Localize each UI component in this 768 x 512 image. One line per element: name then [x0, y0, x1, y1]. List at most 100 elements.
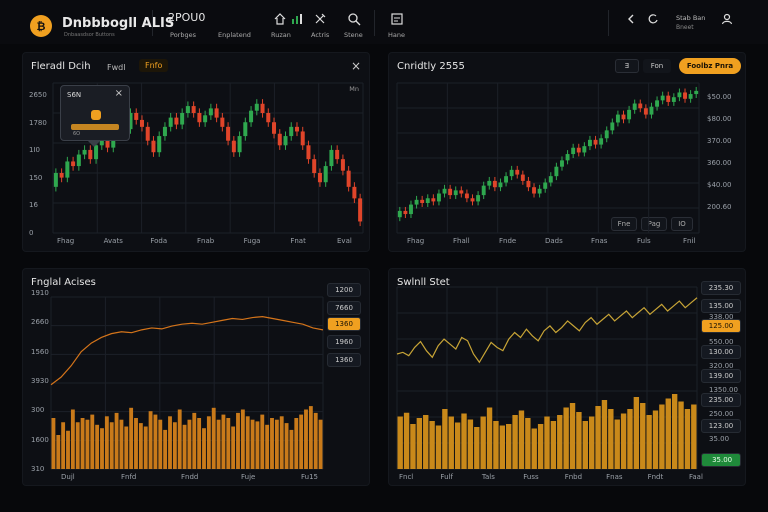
volume-bar [177, 409, 182, 469]
candle [82, 149, 87, 155]
line-bar-chart[interactable] [50, 296, 324, 470]
candle [476, 195, 481, 202]
value-pill: 1360 [327, 353, 361, 367]
volume-bar [557, 415, 563, 469]
candle [660, 95, 665, 101]
tab-fnfo[interactable]: Fnfo [139, 59, 169, 72]
volume-bar [403, 412, 410, 469]
panel-title: Fnglal Acises [31, 277, 96, 288]
volume-bar [318, 419, 323, 469]
y-tick-label: 1560 [31, 347, 49, 356]
x-tick-label: Fnas [606, 473, 623, 481]
volume-bar [294, 418, 299, 469]
y-tick-label: 310 [31, 465, 45, 473]
divider [608, 10, 609, 36]
candle [300, 131, 305, 146]
candle [683, 92, 687, 99]
line-bar-chart[interactable] [396, 286, 698, 470]
fon-button[interactable]: Fon [643, 59, 671, 73]
price-readout: 2POU0 [168, 11, 206, 24]
candle [203, 115, 208, 123]
tooltip-title: S6N [67, 91, 82, 99]
candle [346, 170, 351, 187]
volume-bar [313, 412, 318, 469]
candle [88, 149, 93, 160]
tooltip-close-icon[interactable]: × [115, 88, 123, 99]
volume-bar [671, 394, 678, 469]
refresh-icon[interactable] [646, 12, 660, 26]
candle [649, 106, 654, 115]
volume-bar [138, 423, 143, 469]
divider [374, 10, 375, 36]
candle [481, 185, 486, 196]
lock-icon [91, 110, 101, 120]
candle [65, 161, 70, 178]
candle [409, 204, 413, 215]
volume-bar [665, 398, 671, 469]
nav-item-ruzan[interactable]: Ruzan [271, 31, 291, 39]
candle [526, 180, 531, 188]
chart-bars-icon[interactable] [290, 12, 304, 26]
user-avatar-icon[interactable] [720, 12, 734, 26]
volume-bar [442, 409, 448, 469]
volume-bar [90, 414, 95, 469]
candle [436, 193, 441, 202]
candle [610, 122, 615, 131]
toggle-button[interactable]: Ǝ [615, 59, 639, 73]
tools-icon[interactable] [313, 12, 327, 26]
home-icon[interactable] [273, 12, 287, 26]
volume-bar [633, 397, 640, 469]
tab-fwdl[interactable]: Fwdl [107, 63, 125, 72]
x-tick-label: Fndd [181, 473, 199, 481]
value-pill: 1360 [327, 317, 361, 331]
volume-bar [66, 430, 70, 469]
y-tick-label: 35.00 [709, 434, 730, 443]
volume-bar [582, 421, 588, 469]
volume-bar [80, 418, 85, 469]
nav-item-enplatend[interactable]: Enplatend [218, 31, 251, 39]
candle [220, 117, 225, 127]
nav-item-porbges[interactable]: Porbges [170, 31, 196, 39]
nav-item-hane[interactable]: Hane [388, 31, 405, 39]
candle [174, 117, 179, 125]
y-tick-label: 150 [29, 173, 43, 182]
volume-bar [284, 423, 289, 469]
window-icon[interactable] [390, 12, 404, 26]
volume-bar [512, 415, 518, 469]
candlestick-panel-right: Cnridtly 2555 Ǝ Fon Foolbz Pnra Fne Pag … [388, 52, 746, 252]
nav-item-stene[interactable]: Stene [344, 31, 363, 39]
candle [283, 136, 288, 146]
volume-bar [240, 409, 245, 469]
volume-bar [124, 426, 129, 469]
volume-bar [279, 416, 284, 469]
y-tick-label: 300 [31, 406, 45, 415]
back-chevron-icon[interactable] [624, 12, 638, 26]
value-pill: 35.00 [701, 453, 741, 467]
nav-item-actris[interactable]: Actris [311, 31, 329, 39]
candle [168, 117, 173, 127]
y-tick-label: 3930 [31, 377, 49, 385]
volume-bar [163, 429, 168, 469]
candle [139, 119, 144, 127]
volume-bar [100, 428, 104, 469]
close-icon[interactable]: × [351, 59, 361, 73]
x-tick-label: Fhall [453, 237, 470, 245]
primary-action-button[interactable]: Foolbz Pnra [679, 58, 741, 74]
candle [403, 210, 408, 215]
candle [464, 193, 469, 199]
candlestick-chart[interactable] [396, 82, 700, 234]
candle [470, 198, 475, 202]
volume-bar [134, 418, 138, 469]
volume-bar [550, 421, 557, 469]
candle [492, 180, 497, 188]
candle [185, 106, 190, 113]
candle [666, 95, 671, 102]
x-tick-label: Fnat [290, 237, 306, 245]
volume-bar [308, 406, 313, 469]
volume-bar [620, 413, 627, 469]
search-icon[interactable] [347, 12, 361, 26]
volume-bar [544, 416, 550, 469]
user-label: Stab Ban [676, 14, 706, 22]
volume-bar [265, 424, 270, 469]
candle [53, 173, 58, 187]
